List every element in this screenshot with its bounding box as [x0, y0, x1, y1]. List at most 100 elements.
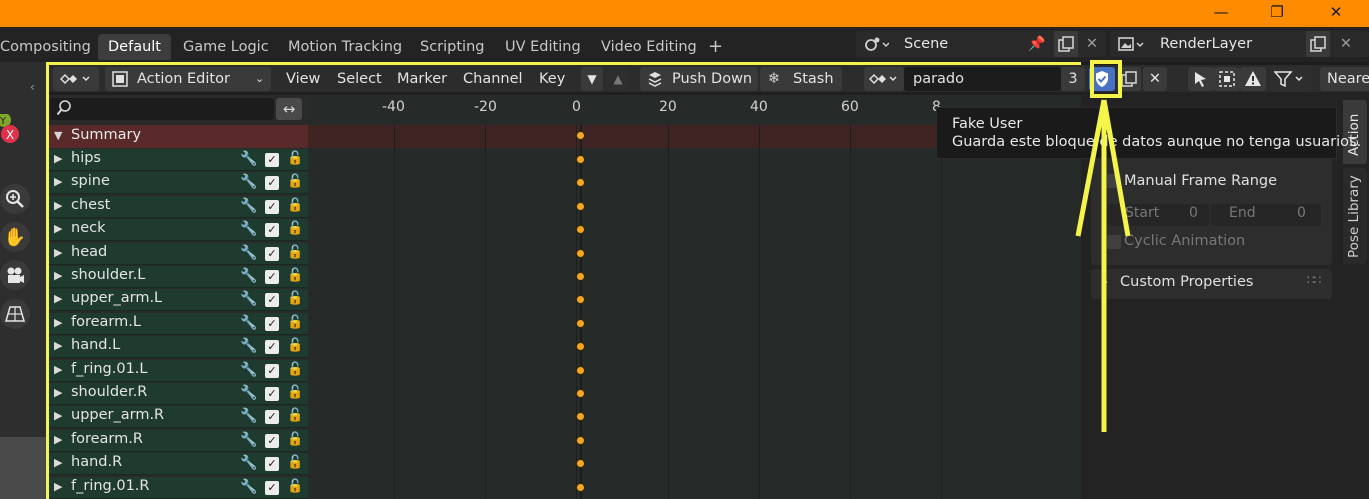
wrench-icon[interactable]: 🔧: [240, 315, 257, 331]
perspective-grid-icon[interactable]: [0, 299, 30, 329]
keyframe[interactable]: [576, 295, 585, 305]
channel-row[interactable]: ▶ neck 🔧 ✓ 🔓: [49, 219, 308, 242]
mute-checkbox[interactable]: ✓: [265, 363, 279, 378]
tab-game-logic[interactable]: Game Logic: [183, 34, 269, 60]
menu-key[interactable]: Key: [539, 67, 565, 91]
mute-checkbox[interactable]: ✓: [265, 316, 279, 331]
menu-channel[interactable]: Channel: [463, 67, 523, 91]
collapse-arrow-icon[interactable]: ‹: [30, 80, 35, 94]
mute-checkbox[interactable]: ✓: [265, 410, 279, 425]
channel-row[interactable]: ▶ upper_arm.L 🔧 ✓ 🔓: [49, 289, 308, 312]
channel-row[interactable]: ▶ head 🔧 ✓ 🔓: [49, 242, 308, 265]
mute-checkbox[interactable]: ✓: [265, 340, 279, 355]
tab-compositing[interactable]: Compositing: [0, 34, 91, 60]
editor-type-selector[interactable]: Action Editor ⌄: [105, 67, 271, 91]
wrench-icon[interactable]: 🔧: [240, 221, 257, 237]
duplicate-scene-icon[interactable]: [1054, 31, 1078, 57]
zoom-icon[interactable]: [0, 184, 30, 214]
add-workspace-button[interactable]: +: [708, 34, 723, 60]
render-layer-selector[interactable]: RenderLayer ✕: [1110, 31, 1369, 57]
lock-icon[interactable]: 🔓: [287, 432, 303, 447]
action-browse-button[interactable]: [864, 67, 904, 91]
channel-row[interactable]: ▶ hand.R 🔧 ✓ 🔓: [49, 453, 308, 476]
lock-icon[interactable]: 🔓: [287, 198, 303, 213]
mute-checkbox[interactable]: ✓: [265, 433, 279, 448]
keyframe[interactable]: [576, 201, 585, 211]
wrench-icon[interactable]: 🔧: [240, 479, 257, 495]
lock-icon[interactable]: 🔓: [287, 245, 303, 260]
swap-arrows-icon[interactable]: ↔: [276, 98, 302, 120]
menu-marker[interactable]: Marker: [397, 67, 447, 91]
keyframe[interactable]: [576, 155, 585, 164]
expand-arrow-icon[interactable]: ▶: [54, 246, 62, 259]
expand-arrow-icon[interactable]: ▶: [54, 199, 62, 212]
axis-gizmo[interactable]: YX: [0, 113, 22, 144]
search-input[interactable]: [50, 98, 274, 120]
select-cursor-icon[interactable]: [1188, 67, 1214, 91]
expand-arrow-icon[interactable]: ▶: [54, 269, 62, 282]
drag-handle-icon[interactable]: ∷∷: [1307, 273, 1321, 287]
action-name-field[interactable]: parado: [904, 67, 1061, 91]
camera-icon[interactable]: [0, 260, 30, 290]
channel-row[interactable]: ▶ chest 🔧 ✓ 🔓: [49, 195, 308, 218]
expand-arrow-icon[interactable]: ▶: [54, 339, 62, 352]
wrench-icon[interactable]: 🔧: [240, 385, 257, 401]
lock-icon[interactable]: 🔓: [287, 174, 303, 189]
keyframe[interactable]: [576, 412, 585, 422]
lock-icon[interactable]: 🔓: [287, 455, 303, 470]
filter-icon[interactable]: [1270, 67, 1312, 91]
channel-row[interactable]: ▶ forearm.R 🔧 ✓ 🔓: [49, 429, 308, 452]
keyframe[interactable]: [576, 248, 585, 258]
lock-icon[interactable]: 🔓: [287, 291, 303, 306]
expand-arrow-icon[interactable]: ▶: [54, 480, 62, 493]
stash-button[interactable]: ❄ Stash: [760, 67, 842, 91]
select-box-icon[interactable]: [1214, 67, 1240, 91]
keyframe[interactable]: [576, 482, 585, 492]
channel-row[interactable]: ▶ f_ring.01.R 🔧 ✓ 🔓: [49, 476, 308, 499]
close-icon[interactable]: ✕: [1080, 31, 1104, 57]
keyframe[interactable]: [576, 365, 585, 375]
filter-down-icon[interactable]: ▼: [581, 67, 603, 91]
wrench-icon[interactable]: 🔧: [240, 174, 257, 190]
mute-checkbox[interactable]: ✓: [265, 270, 279, 284]
expand-arrow-icon[interactable]: ▶: [54, 409, 62, 422]
summary-row[interactable]: ▼ Summary: [49, 125, 308, 148]
expand-arrow-icon[interactable]: ▶: [54, 363, 62, 376]
mute-checkbox[interactable]: ✓: [265, 199, 279, 214]
mute-checkbox[interactable]: ✓: [265, 480, 279, 495]
channel-row[interactable]: ▶ shoulder.L 🔧 ✓ 🔓: [49, 266, 308, 288]
keyframe[interactable]: [576, 342, 585, 352]
tab-action[interactable]: Action: [1343, 100, 1367, 164]
keyframe[interactable]: [576, 178, 585, 188]
tab-pose-library[interactable]: Pose Library: [1343, 168, 1367, 264]
keyframe[interactable]: [576, 389, 585, 398]
tab-scripting[interactable]: Scripting: [420, 34, 484, 60]
mute-checkbox[interactable]: ✓: [265, 246, 279, 261]
expand-arrow-icon[interactable]: ▶: [54, 222, 62, 235]
minimize-button[interactable]: —: [1198, 0, 1244, 27]
mute-checkbox[interactable]: ✓: [265, 223, 279, 238]
end-field[interactable]: End 0: [1211, 204, 1321, 226]
channel-row[interactable]: ▶ spine 🔧 ✓ 🔓: [49, 172, 308, 195]
wrench-icon[interactable]: 🔧: [240, 338, 257, 354]
keyframe[interactable]: [576, 435, 585, 445]
channel-row[interactable]: ▶ f_ring.01.L 🔧 ✓ 🔓: [49, 359, 308, 382]
keyframe[interactable]: [576, 225, 585, 235]
wrench-icon[interactable]: 🔧: [240, 198, 257, 214]
warning-icon[interactable]: [1240, 67, 1266, 91]
channel-row[interactable]: ▶ hand.L 🔧 ✓ 🔓: [49, 336, 308, 359]
pan-hand-icon[interactable]: ✋: [0, 222, 30, 252]
lock-icon[interactable]: 🔓: [287, 479, 303, 494]
summary-keyframe[interactable]: [576, 131, 585, 140]
filter-up-icon[interactable]: ▲: [607, 67, 629, 91]
mute-checkbox[interactable]: ✓: [265, 293, 279, 308]
lock-icon[interactable]: 🔓: [287, 408, 303, 423]
wrench-icon[interactable]: 🔧: [240, 245, 257, 261]
keyframe[interactable]: [576, 459, 585, 469]
lock-icon[interactable]: 🔓: [287, 221, 303, 236]
wrench-icon[interactable]: 🔧: [240, 432, 257, 448]
lock-icon[interactable]: 🔓: [287, 315, 303, 330]
close-icon[interactable]: ✕: [1334, 31, 1358, 57]
wrench-icon[interactable]: 🔧: [240, 408, 257, 424]
channel-row[interactable]: ▶ hips 🔧 ✓ 🔓: [49, 149, 308, 171]
